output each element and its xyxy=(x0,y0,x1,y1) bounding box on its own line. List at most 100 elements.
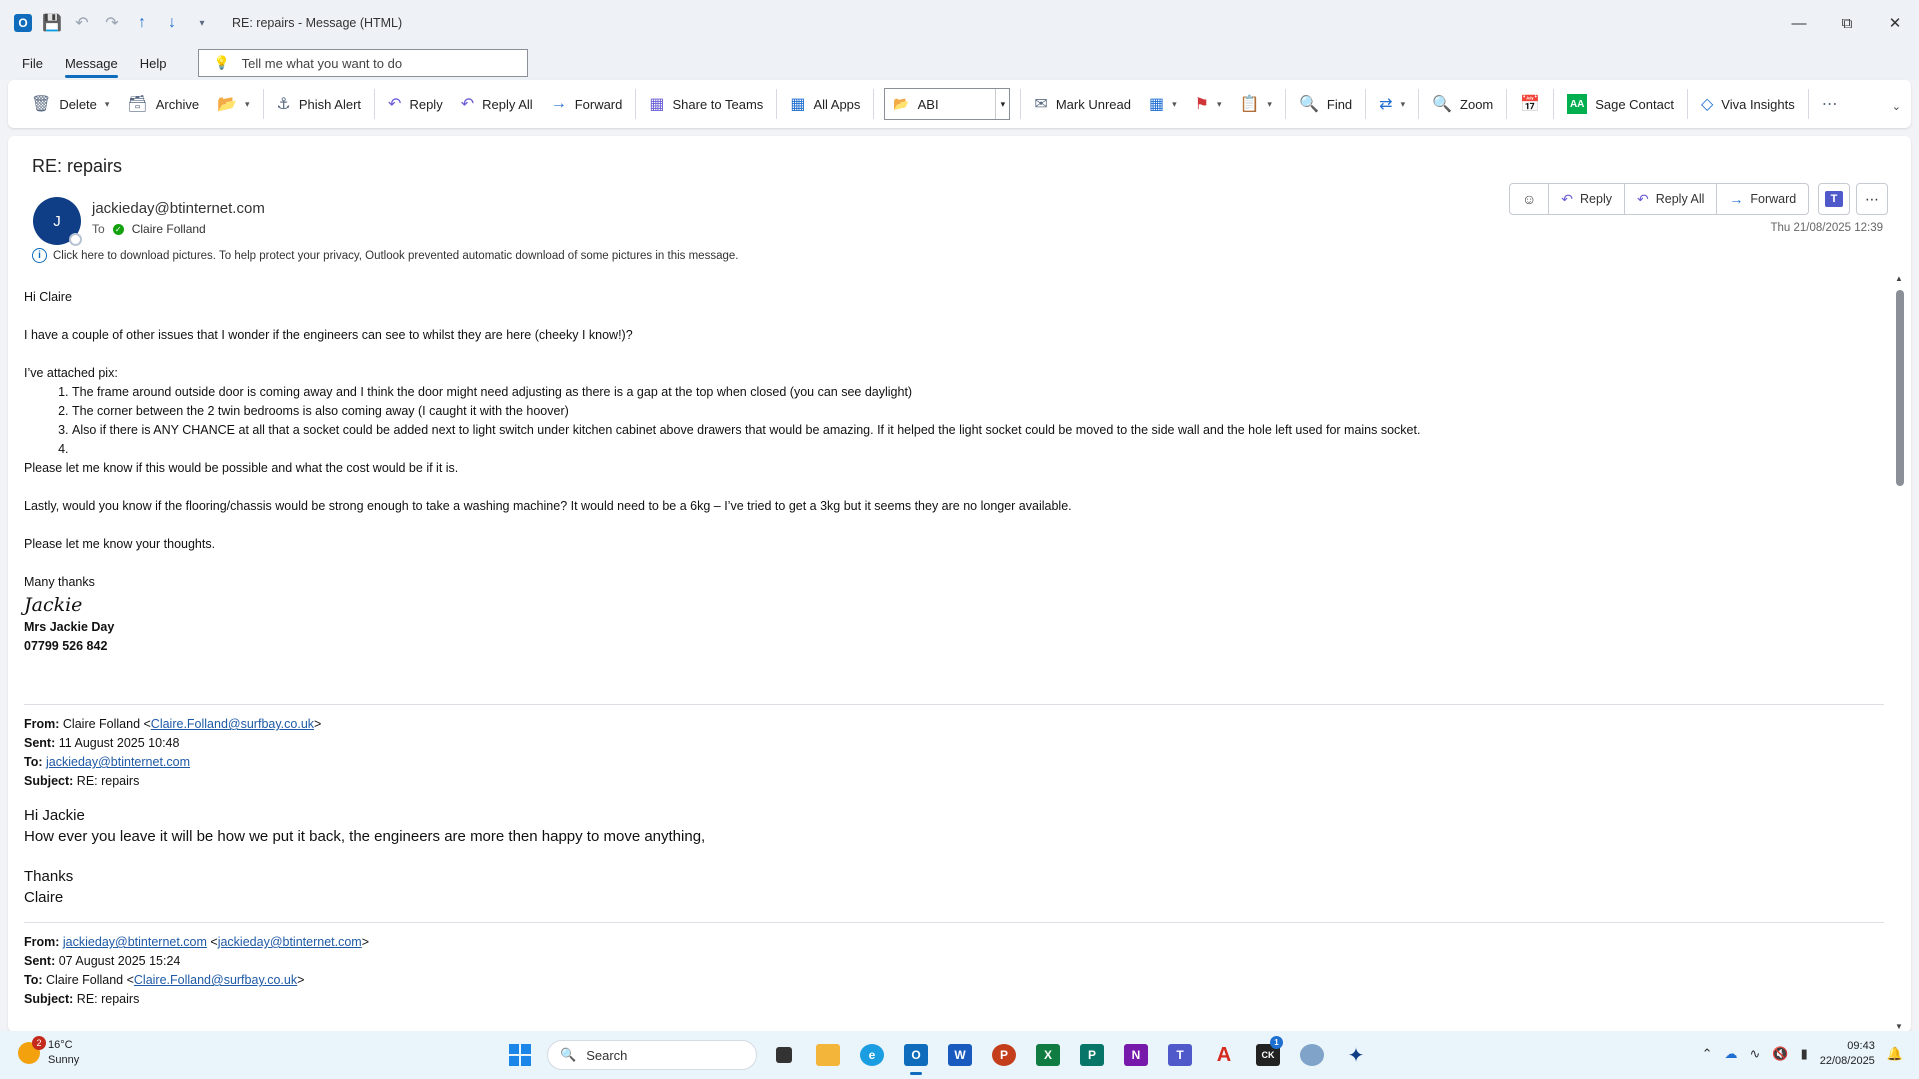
minimize-button[interactable]: — xyxy=(1775,0,1823,46)
avatar[interactable]: J xyxy=(33,197,82,246)
weather-widget[interactable]: 2 16°C Sunny xyxy=(18,1036,79,1068)
customize-toolbar-icon[interactable]: ▾ xyxy=(192,13,212,33)
forward-button[interactable]: → Forward xyxy=(542,87,632,121)
email-link[interactable]: jackieday@btinternet.com xyxy=(218,935,362,949)
tell-me-search[interactable]: 💡 Tell me what you want to do xyxy=(198,49,529,77)
list-item: The frame around outside door is coming … xyxy=(72,383,1884,402)
previous-item-icon[interactable]: ↑ xyxy=(132,13,152,33)
reply-button[interactable]: ↶ Reply xyxy=(379,87,452,121)
sage-icon: AA xyxy=(1567,94,1588,114)
clock[interactable]: 09:43 22/08/2025 xyxy=(1820,1039,1875,1069)
onenote-button[interactable]: N xyxy=(1119,1039,1153,1071)
task-view-button[interactable] xyxy=(767,1039,801,1071)
battery-icon[interactable]: ▮ xyxy=(1801,1046,1808,1062)
all-apps-button[interactable]: ▦ All Apps xyxy=(781,87,869,121)
excel-button[interactable]: X xyxy=(1031,1039,1065,1071)
redo-icon[interactable]: ↷ xyxy=(102,13,122,33)
reply-all-button[interactable]: ↶ Reply All xyxy=(452,87,542,121)
follow-up-button[interactable]: ⚑ ▾ xyxy=(1186,87,1231,121)
file-explorer-button[interactable] xyxy=(811,1039,845,1071)
next-item-icon[interactable]: ↓ xyxy=(162,13,182,33)
reaction-button[interactable]: ☺ xyxy=(1510,184,1550,214)
browser-button[interactable] xyxy=(1295,1039,1329,1071)
archive-button[interactable]: 🗃 Archive xyxy=(118,87,208,121)
find-button[interactable]: 🔍 Find xyxy=(1290,87,1361,121)
publisher-button[interactable]: P xyxy=(1075,1039,1109,1071)
apps-grid-icon: ▦ xyxy=(790,96,806,113)
sage-contact-button[interactable]: AA Sage Contact xyxy=(1558,87,1683,121)
zoom-button[interactable]: 🔍 Zoom xyxy=(1423,87,1502,121)
quoted-header-1: From: Claire Folland <Claire.Folland@sur… xyxy=(24,717,322,788)
delete-button[interactable]: 🗑 Delete ▾ xyxy=(22,87,118,121)
outlook-icon: O xyxy=(14,14,32,32)
sender-address[interactable]: jackieday@btinternet.com xyxy=(92,200,265,217)
viva-icon: ◇ xyxy=(1700,96,1714,113)
app-button[interactable]: CK 1 xyxy=(1251,1036,1285,1071)
more-icon: ⋯ xyxy=(1821,96,1838,113)
browser-icon xyxy=(1300,1044,1324,1066)
window-title: RE: repairs - Message (HTML) xyxy=(232,16,403,30)
email-link[interactable]: jackieday@btinternet.com xyxy=(63,935,207,949)
notifications-icon[interactable]: 🔔 xyxy=(1887,1046,1903,1062)
save-icon[interactable]: 💾 xyxy=(42,13,62,33)
chevron-up-icon[interactable]: ⌃ xyxy=(1702,1046,1713,1062)
more-commands-button[interactable]: ⋯ xyxy=(1813,87,1847,121)
more-actions-button[interactable]: ⋯ xyxy=(1856,183,1888,215)
translate-button[interactable]: ⇄ ▾ xyxy=(1370,87,1414,121)
trash-icon: 🗑 xyxy=(31,96,52,113)
outlook-button[interactable]: O xyxy=(899,1039,933,1075)
categorize-button[interactable]: ▦ ▾ xyxy=(1140,87,1186,121)
wifi-icon[interactable]: ∿ xyxy=(1750,1046,1761,1062)
restore-button[interactable]: ⧉ xyxy=(1823,0,1871,46)
share-to-teams-button[interactable]: ▦ Share to Teams xyxy=(640,87,772,121)
phish-alert-button[interactable]: ⚓ Phish Alert xyxy=(268,87,371,121)
email-link[interactable]: Claire.Folland@surfbay.co.uk xyxy=(134,973,297,987)
message-actions: ☺ ↶ Reply ↶ Reply All → Forward xyxy=(1509,183,1810,215)
move-button[interactable]: 📂 ▾ xyxy=(208,87,258,121)
search-icon: 🔍 xyxy=(1298,96,1319,113)
tell-me-placeholder: Tell me what you want to do xyxy=(241,55,403,71)
close-button[interactable]: ✕ xyxy=(1871,0,1919,46)
menu-message[interactable]: Message xyxy=(64,52,118,78)
quick-steps-combo[interactable]: 📂 ABI ▾ xyxy=(884,88,1011,120)
viva-insights-button[interactable]: ◇ Viva Insights xyxy=(1692,87,1804,121)
mark-unread-button[interactable]: ✉ Mark Unread xyxy=(1025,87,1140,121)
flag-icon: ⚑ xyxy=(1194,96,1209,113)
reply-all-icon: ↶ xyxy=(1637,190,1649,207)
reply-icon: ↶ xyxy=(1561,190,1574,207)
menu-help[interactable]: Help xyxy=(140,52,167,75)
inline-forward-button[interactable]: → Forward xyxy=(1717,184,1808,214)
menu-file[interactable]: File xyxy=(22,52,43,75)
chevron-down-icon: ▾ xyxy=(245,98,250,109)
volume-muted-icon[interactable]: 🔇 xyxy=(1772,1046,1788,1062)
outlook-icon: O xyxy=(904,1044,928,1066)
edge-button[interactable]: e xyxy=(855,1039,889,1071)
email-link[interactable]: Claire.Folland@surfbay.co.uk xyxy=(151,717,314,731)
start-button[interactable] xyxy=(503,1039,537,1071)
inline-reply-all-button[interactable]: ↶ Reply All xyxy=(1625,184,1718,214)
email-link[interactable]: jackieday@btinternet.com xyxy=(46,755,190,769)
powerpoint-button[interactable]: P xyxy=(987,1039,1021,1071)
scroll-thumb[interactable] xyxy=(1896,290,1904,486)
chevron-down-icon[interactable]: ▾ xyxy=(995,89,1009,119)
list-item: The corner between the 2 twin bedrooms i… xyxy=(72,402,1884,421)
snipping-tool-button[interactable]: ✦ xyxy=(1339,1039,1373,1071)
teams-button[interactable]: T xyxy=(1163,1039,1197,1071)
onedrive-icon[interactable]: ☁ xyxy=(1725,1046,1738,1062)
acrobat-button[interactable]: A xyxy=(1207,1039,1241,1071)
vertical-scrollbar[interactable]: ▲ ▼ xyxy=(1893,274,1905,1032)
rules-button[interactable]: 📋 ▾ xyxy=(1231,87,1281,121)
word-button[interactable]: W xyxy=(943,1039,977,1071)
download-pictures-bar[interactable]: i Click here to download pictures. To he… xyxy=(32,248,738,263)
teams-share-button[interactable]: T xyxy=(1818,183,1850,215)
chevron-down-icon[interactable]: ▾ xyxy=(105,99,110,110)
inline-reply-button[interactable]: ↶ Reply xyxy=(1549,184,1625,214)
scroll-up-icon[interactable]: ▲ xyxy=(1893,274,1905,284)
taskbar-search[interactable]: 🔍 Search xyxy=(547,1040,757,1070)
recipient-name[interactable]: Claire Folland xyxy=(132,222,206,236)
forward-icon: → xyxy=(1729,191,1744,207)
calendar-button[interactable]: 📅 xyxy=(1511,87,1549,121)
undo-icon[interactable]: ↶ xyxy=(72,13,92,33)
move-folder-icon: 📂 xyxy=(217,96,238,113)
expand-ribbon-icon[interactable]: ⌄ xyxy=(1892,100,1901,113)
